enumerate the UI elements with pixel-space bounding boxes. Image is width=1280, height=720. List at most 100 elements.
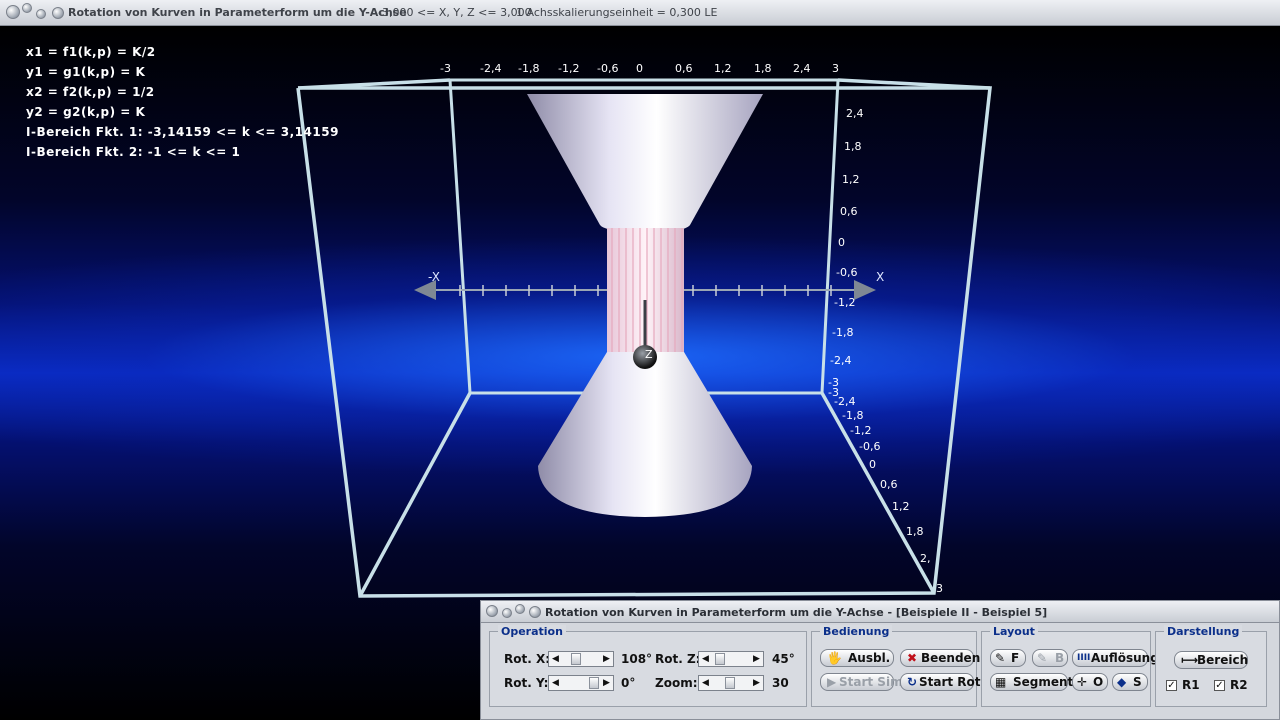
diag-tick: -2,4: [834, 395, 856, 408]
window-maximize-icon[interactable]: [36, 9, 46, 19]
panel-title: Rotation von Kurven in Parameterform um …: [545, 606, 1048, 619]
beenden-button[interactable]: ✖ Beenden: [900, 649, 980, 667]
rot-z-value: 45°: [772, 652, 795, 666]
bedienung-group: Bedienung 🖐 Ausbl. ✖ Beenden ▶ Start Sim…: [811, 625, 985, 707]
panel-minimize-icon[interactable]: [502, 608, 512, 618]
x-pos-axis-label: X: [876, 270, 885, 284]
darstellung-group: Darstellung ⟼ Bereich ✓ R1 ✓ R2: [1155, 625, 1267, 707]
diag-tick: 1,2: [892, 500, 910, 513]
s-button[interactable]: ◆ S: [1112, 673, 1148, 691]
top-tick: -1,2: [558, 62, 580, 75]
diag-tick: 0: [869, 458, 876, 471]
rot-z-label: Rot. Z:: [655, 652, 701, 666]
window-range: -3,000 <= X, Y, Z <= 3,000: [378, 6, 532, 19]
right-tick: 1,2: [842, 173, 860, 186]
bedienung-title: Bedienung: [820, 625, 893, 638]
zoom-value: 30: [772, 676, 789, 690]
segment-button[interactable]: ▦ Segment: [990, 673, 1073, 691]
hide-icon: 🖐: [827, 651, 842, 665]
start-rot-button[interactable]: ↻ Start Rot.: [900, 673, 985, 691]
slider-thumb[interactable]: [715, 653, 725, 665]
x-neg-axis-label: -X: [428, 270, 440, 284]
r1-checkbox[interactable]: ✓: [1166, 680, 1177, 691]
right-tick: 0,6: [840, 205, 858, 218]
window-close-icon[interactable]: [6, 5, 20, 19]
rot-y-value: 0°: [621, 676, 636, 690]
slider-thumb[interactable]: [571, 653, 581, 665]
formula-x1: x1 = f1(k,p) = K/2: [26, 45, 156, 59]
right-tick: -1,8: [832, 326, 854, 339]
panel-close-icon[interactable]: [486, 605, 498, 617]
x-axis-arrow-right: [854, 280, 876, 300]
diag-tick: -1,2: [850, 424, 872, 437]
start-sim-button[interactable]: ▶ Start Sim.: [820, 673, 907, 691]
aufloesung-button[interactable]: IIII Auflösung: [1072, 649, 1159, 667]
r2-checkbox[interactable]: ✓: [1214, 680, 1225, 691]
rotate-icon: ↻: [907, 675, 918, 689]
slider-thumb[interactable]: [589, 677, 599, 689]
ausblenden-button[interactable]: 🖐 Ausbl.: [820, 649, 894, 667]
chevron-left-icon[interactable]: ◀: [549, 652, 562, 666]
formula-y1: y1 = g1(k,p) = K: [26, 65, 146, 79]
crosshair-icon: ✛: [1077, 675, 1088, 689]
panel-maximize-icon[interactable]: [515, 604, 525, 614]
top-tick: 0: [636, 62, 643, 75]
lower-cone: [538, 352, 752, 517]
top-tick: -1,8: [518, 62, 540, 75]
right-tick: 1,8: [844, 140, 862, 153]
rot-y-slider[interactable]: ◀ ▶: [548, 675, 614, 691]
chevron-right-icon[interactable]: ▶: [750, 676, 763, 690]
farbe-button[interactable]: ✎ F: [990, 649, 1026, 667]
panel-titlebar: Rotation von Kurven in Parameterform um …: [481, 601, 1279, 623]
close-icon: ✖: [907, 651, 918, 665]
chevron-left-icon[interactable]: ◀: [699, 676, 712, 690]
bereich-button[interactable]: ⟼ Bereich: [1174, 651, 1248, 669]
top-tick: -0,6: [597, 62, 619, 75]
operation-group: Operation Rot. X: ◀ ▶ 108° Rot. Y: ◀ ▶ 0…: [489, 625, 807, 707]
top-tick: 3: [832, 62, 839, 75]
b-button[interactable]: ✎ B: [1032, 649, 1068, 667]
operation-title: Operation: [498, 625, 566, 638]
chevron-left-icon[interactable]: ◀: [699, 652, 712, 666]
chevron-right-icon[interactable]: ▶: [600, 676, 613, 690]
origin-button[interactable]: ✛ O: [1072, 673, 1108, 691]
diag-tick: -0,6: [859, 440, 881, 453]
chevron-right-icon[interactable]: ▶: [600, 652, 613, 666]
cube-icon: ◆: [1117, 675, 1127, 689]
zoom-slider[interactable]: ◀ ▶: [698, 675, 764, 691]
rot-y-label: Rot. Y:: [504, 676, 549, 690]
window-title: Rotation von Kurven in Parameterform um …: [68, 6, 407, 19]
upper-cone: [527, 94, 763, 232]
formula-x2: x2 = f2(k,p) = 1/2: [26, 85, 155, 99]
window-minimize-icon[interactable]: [22, 3, 32, 13]
window-menu-icon[interactable]: [52, 7, 64, 19]
z-axis-label: Z: [645, 348, 653, 361]
play-icon: ▶: [827, 675, 837, 689]
rot-x-slider[interactable]: ◀ ▶: [548, 651, 614, 667]
control-panel: Rotation von Kurven in Parameterform um …: [480, 600, 1280, 720]
darstellung-title: Darstellung: [1164, 625, 1243, 638]
slider-thumb[interactable]: [725, 677, 735, 689]
chevron-right-icon[interactable]: ▶: [750, 652, 763, 666]
panel-menu-icon[interactable]: [529, 606, 541, 618]
window-scale: 1 Achsskalierungseinheit = 0,300 LE: [516, 6, 718, 19]
chevron-left-icon[interactable]: ◀: [549, 676, 562, 690]
r1-label: R1: [1182, 678, 1200, 692]
right-tick: -2,4: [830, 354, 852, 367]
top-tick: 2,4: [793, 62, 811, 75]
rot-z-slider[interactable]: ◀ ▶: [698, 651, 764, 667]
right-tick: -1,2: [834, 296, 856, 309]
r2-label: R2: [1230, 678, 1248, 692]
formula-range-1: I-Bereich Fkt. 1: -3,14159 <= k <= 3,141…: [26, 125, 339, 139]
diag-tick: -1,8: [842, 409, 864, 422]
resolution-icon: IIII: [1077, 653, 1091, 663]
rot-x-label: Rot. X:: [504, 652, 551, 666]
top-tick: -2,4: [480, 62, 502, 75]
formula-y2: y2 = g2(k,p) = K: [26, 105, 146, 119]
diag-tick: 3: [936, 582, 943, 595]
rot-x-value: 108°: [621, 652, 653, 666]
main-titlebar: Rotation von Kurven in Parameterform um …: [0, 0, 1280, 26]
layout-title: Layout: [990, 625, 1038, 638]
diag-tick: 2,: [920, 552, 931, 565]
right-tick: 0: [838, 236, 845, 249]
